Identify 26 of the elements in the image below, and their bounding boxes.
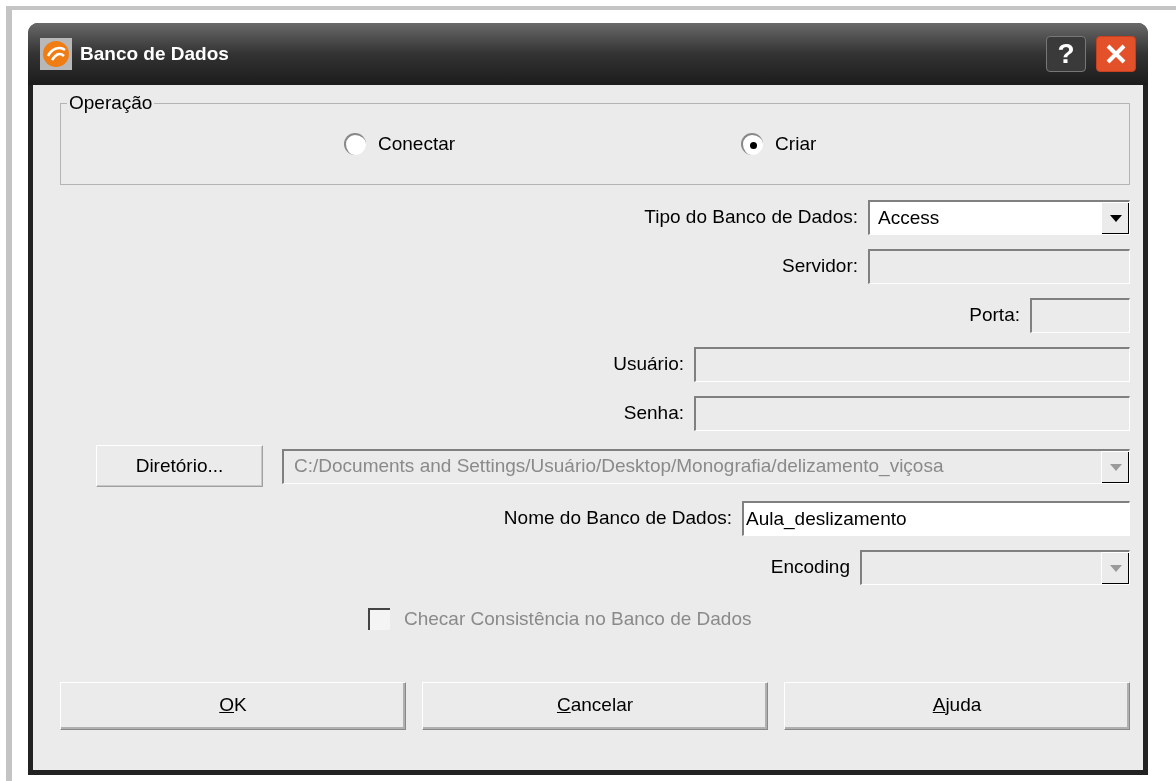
dropdown[interactable]: Access	[868, 200, 1130, 235]
radio-label: Conectar	[378, 131, 456, 156]
field-label: Nome do Banco de Dados:	[503, 506, 732, 531]
close-button[interactable]	[1096, 36, 1136, 72]
field-label: Porta:	[969, 303, 1020, 328]
dropdown-arrow-button[interactable]	[1101, 202, 1129, 234]
dialog-button[interactable]: Ajuda	[784, 681, 1130, 730]
caret-icon	[1109, 463, 1122, 471]
app-logo-icon	[40, 38, 72, 70]
radio-label: Criar	[775, 131, 817, 156]
dialog-button[interactable]: Cancelar	[422, 681, 768, 730]
help-button[interactable]: ?	[1046, 36, 1086, 72]
radio-button[interactable]	[344, 133, 366, 155]
checkbox-label: Checar Consistência no Banco de Dados	[404, 607, 752, 631]
field-label: Usuário:	[613, 352, 684, 377]
field-label: Tipo do Banco de Dados:	[644, 205, 858, 230]
radio-button[interactable]	[741, 133, 764, 155]
field-label: Servidor:	[781, 254, 858, 279]
close-icon	[1105, 43, 1127, 65]
window-title: Banco de Dados	[80, 41, 229, 66]
caret-icon	[1109, 215, 1122, 222]
dialog-button[interactable]: OK	[60, 681, 406, 730]
field-label: Senha:	[623, 401, 684, 426]
field-label: Encoding	[770, 555, 850, 580]
caret-icon	[1109, 565, 1122, 572]
input-field[interactable]: Aula_deslizamento	[742, 501, 1130, 536]
